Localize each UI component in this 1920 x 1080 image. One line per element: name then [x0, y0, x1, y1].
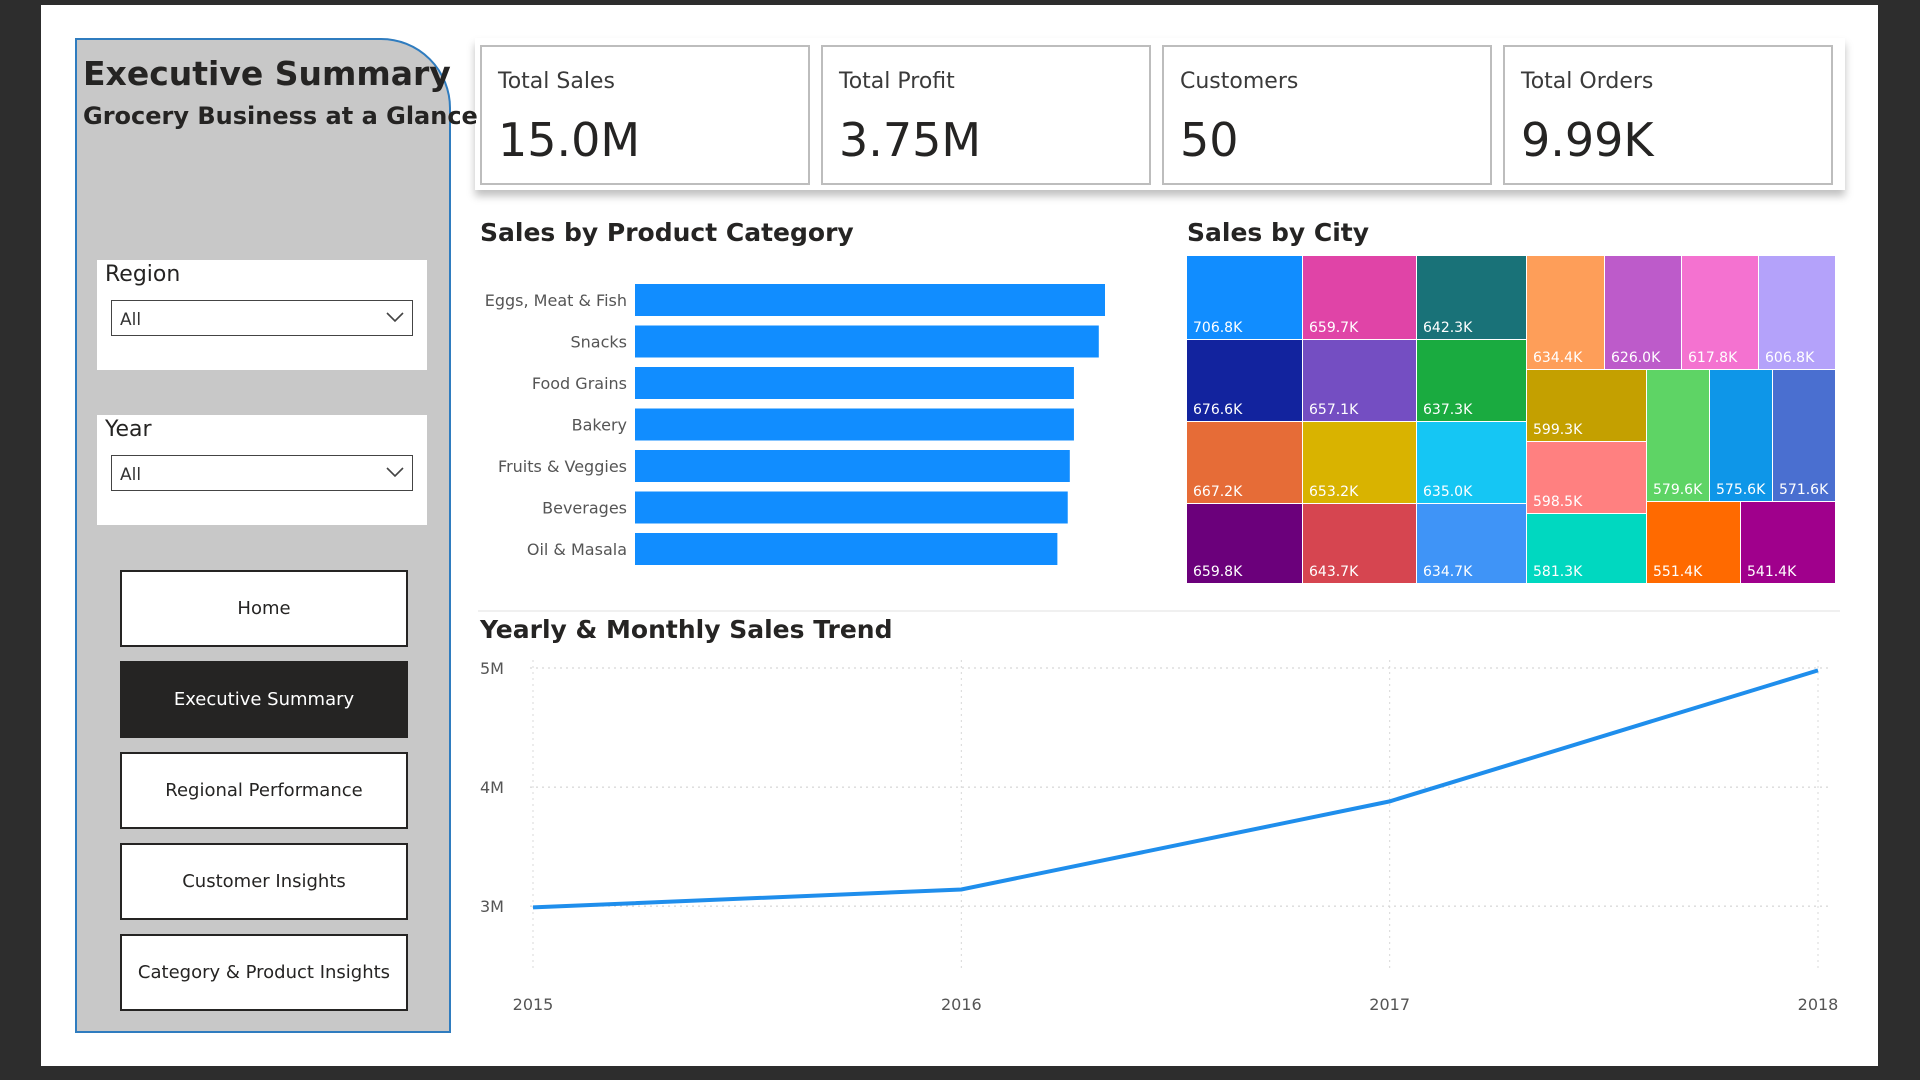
- nav-category-product-insights-button[interactable]: Category & Product Insights: [120, 934, 408, 1011]
- treemap-value-label: 642.3K: [1423, 320, 1473, 336]
- treemap-value-label: 581.3K: [1533, 564, 1583, 580]
- bar-category-label: Bakery: [572, 416, 627, 435]
- x-tick-label: 2017: [1369, 995, 1410, 1014]
- page-subtitle: Grocery Business at a Glance: [83, 102, 478, 130]
- y-tick-label: 3M: [480, 897, 504, 916]
- sales-by-city-treemap: 706.8K 659.7K 642.3K 634.4K 626.0K 617.8K 606.…: [1187, 256, 1835, 583]
- chevron-down-icon: [386, 312, 404, 323]
- x-tick-label: 2016: [941, 995, 982, 1014]
- bar-category-label: Snacks: [571, 333, 628, 352]
- treemap-value-label: 667.2K: [1193, 484, 1243, 500]
- sidebar-panel: Executive Summary Grocery Business at a …: [75, 38, 478, 1033]
- kpi-value: 3.75M: [839, 113, 982, 167]
- bar-category-label: Food Grains: [532, 374, 627, 393]
- bar-chart-title: Sales by Product Category: [480, 218, 854, 247]
- x-tick-label: 2018: [1798, 995, 1839, 1014]
- treemap-value-label: 653.2K: [1309, 484, 1359, 500]
- line-chart-title: Yearly & Monthly Sales Trend: [480, 615, 893, 644]
- treemap-value-label: 599.3K: [1533, 422, 1583, 438]
- treemap-value-label: 706.8K: [1193, 320, 1243, 336]
- bar[interactable]: [635, 533, 1058, 565]
- region-slicer: Region All: [97, 260, 427, 370]
- kpi-label: Total Sales: [498, 69, 615, 94]
- treemap-value-label: 635.0K: [1423, 484, 1473, 500]
- kpi-value: 15.0M: [498, 113, 641, 167]
- kpi-label: Total Profit: [839, 69, 955, 94]
- sales-by-category-bar-chart: Eggs, Meat & Fish Snacks Food Grains Bakery…: [485, 284, 1105, 565]
- bar[interactable]: [635, 325, 1099, 358]
- year-slicer: Year All: [97, 415, 427, 525]
- bar-category-label: Beverages: [542, 499, 627, 518]
- treemap-value-label: 579.6K: [1653, 482, 1703, 498]
- year-dropdown[interactable]: All: [111, 455, 413, 491]
- bar-category-label: Eggs, Meat & Fish: [485, 291, 627, 310]
- region-dropdown-value: All: [120, 310, 142, 330]
- bar[interactable]: [635, 367, 1074, 399]
- kpi-card-total-profit: Total Profit 3.75M: [821, 45, 1151, 185]
- bar[interactable]: [635, 408, 1074, 441]
- nav-regional-performance-button[interactable]: Regional Performance: [120, 752, 408, 829]
- section-divider: [478, 610, 1840, 612]
- treemap-value-label: 575.6K: [1716, 482, 1766, 498]
- bar[interactable]: [635, 284, 1105, 316]
- treemap-value-label: 606.8K: [1765, 350, 1815, 366]
- year-slicer-label: Year: [105, 417, 152, 442]
- bar[interactable]: [635, 450, 1070, 482]
- sales-trend-line-chart: 3M 4M 5M 2015 2016 2017 2018: [480, 659, 1839, 1014]
- kpi-card-row: Total Sales 15.0M Total Profit 3.75M Cus…: [475, 38, 1845, 190]
- treemap-value-label: 657.1K: [1309, 402, 1359, 418]
- bar-category-label: Fruits & Veggies: [498, 457, 627, 476]
- kpi-label: Total Orders: [1521, 69, 1654, 94]
- bar[interactable]: [635, 491, 1068, 524]
- treemap-value-label: 676.6K: [1193, 402, 1243, 418]
- y-tick-label: 4M: [480, 778, 504, 797]
- treemap-value-label: 551.4K: [1653, 564, 1703, 580]
- treemap-value-label: 659.8K: [1193, 564, 1243, 580]
- kpi-value: 9.99K: [1521, 113, 1654, 167]
- treemap-title: Sales by City: [1187, 218, 1370, 247]
- kpi-value: 50: [1180, 113, 1239, 167]
- treemap-value-label: 598.5K: [1533, 494, 1583, 510]
- kpi-label: Customers: [1180, 69, 1299, 94]
- y-tick-label: 5M: [480, 659, 504, 678]
- sales-trend-line[interactable]: [532, 668, 1819, 910]
- region-dropdown[interactable]: All: [111, 300, 413, 336]
- chevron-down-icon: [386, 467, 404, 478]
- treemap-value-label: 659.7K: [1309, 320, 1359, 336]
- kpi-card-total-sales: Total Sales 15.0M: [480, 45, 810, 185]
- treemap-value-label: 637.3K: [1423, 402, 1473, 418]
- bar-category-label: Oil & Masala: [527, 540, 627, 559]
- kpi-card-customers: Customers 50: [1162, 45, 1492, 185]
- nav-customer-insights-button[interactable]: Customer Insights: [120, 843, 408, 920]
- nav-home-button[interactable]: Home: [120, 570, 408, 647]
- treemap-value-label: 541.4K: [1747, 564, 1797, 580]
- year-dropdown-value: All: [120, 465, 142, 485]
- treemap-value-label: 571.6K: [1779, 482, 1829, 498]
- treemap-value-label: 643.7K: [1309, 564, 1359, 580]
- treemap-value-label: 634.4K: [1533, 350, 1583, 366]
- nav-executive-summary-button[interactable]: Executive Summary: [120, 661, 408, 738]
- treemap-value-label: 617.8K: [1688, 350, 1738, 366]
- treemap-value-label: 626.0K: [1611, 350, 1661, 366]
- treemap-value-label: 634.7K: [1423, 564, 1473, 580]
- x-tick-label: 2015: [513, 995, 554, 1014]
- page-title: Executive Summary: [83, 54, 451, 93]
- kpi-card-total-orders: Total Orders 9.99K: [1503, 45, 1833, 185]
- region-slicer-label: Region: [105, 262, 181, 287]
